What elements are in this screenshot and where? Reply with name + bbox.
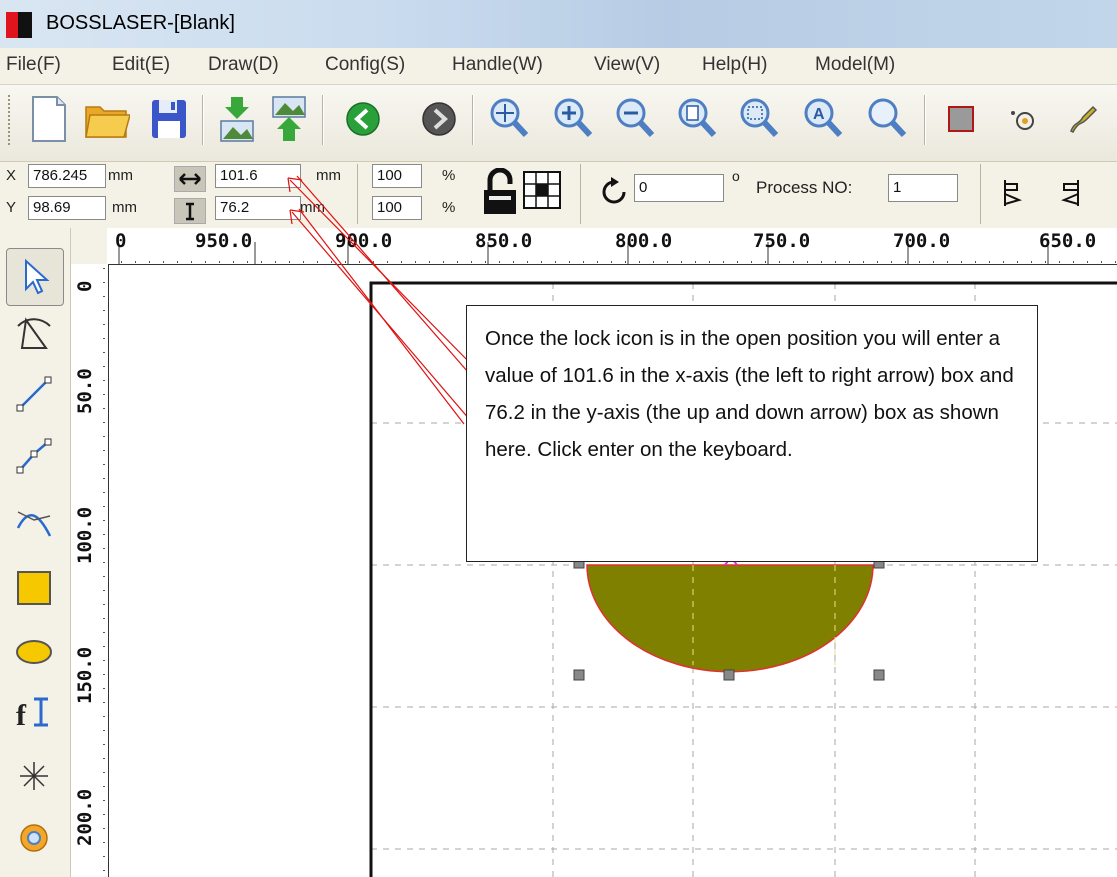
callout-text: Once the lock icon is in the open positi… — [485, 327, 1014, 461]
instruction-callout: Once the lock icon is in the open positi… — [466, 305, 1038, 562]
